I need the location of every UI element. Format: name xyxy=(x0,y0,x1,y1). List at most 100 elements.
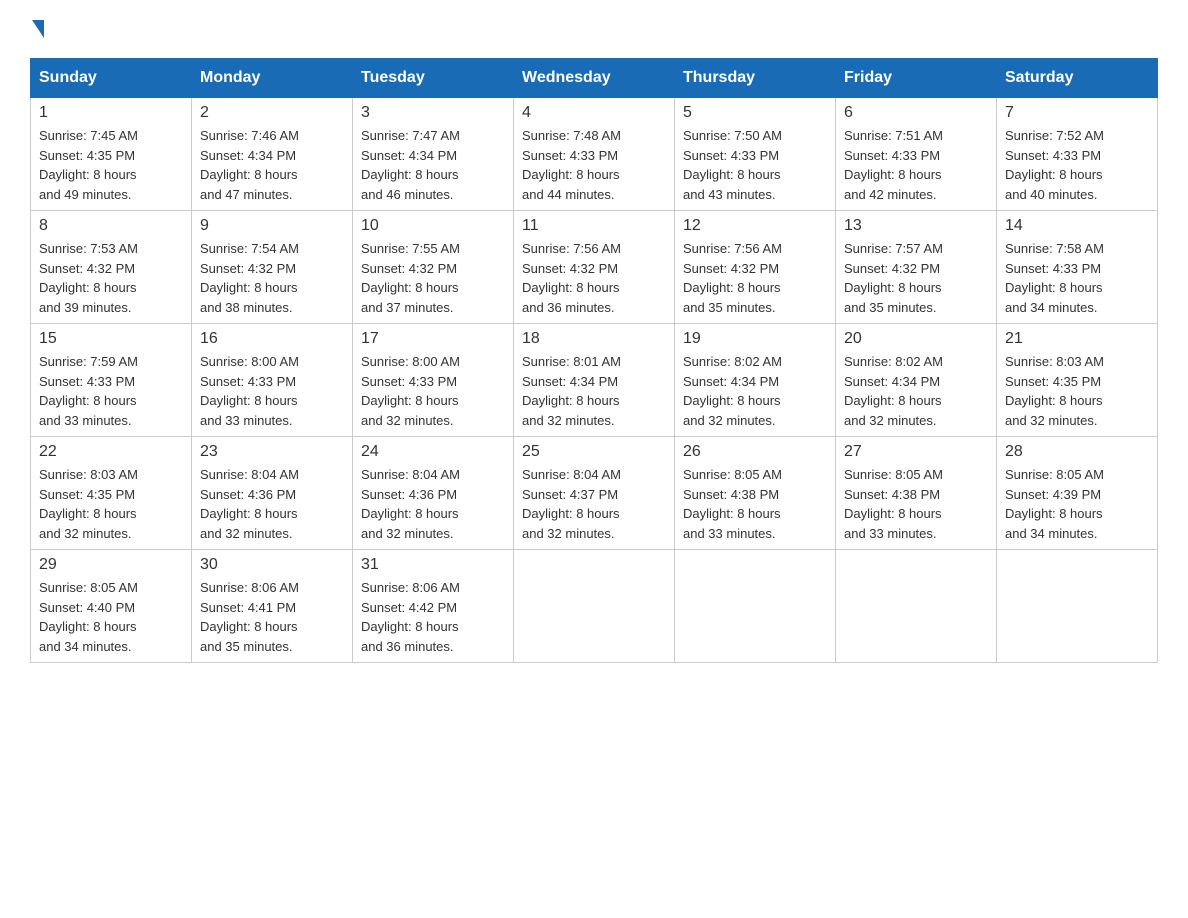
calendar-cell: 29 Sunrise: 8:05 AMSunset: 4:40 PMDayligh… xyxy=(31,550,192,663)
calendar-table: SundayMondayTuesdayWednesdayThursdayFrid… xyxy=(30,58,1158,663)
day-number: 14 xyxy=(1005,217,1149,235)
calendar-cell: 12 Sunrise: 7:56 AMSunset: 4:32 PMDayligh… xyxy=(675,211,836,324)
calendar-week-row: 8Sunrise: 7:53 AMSunset: 4:32 PMDaylight… xyxy=(31,211,1158,324)
day-info: Sunrise: 8:04 AMSunset: 4:36 PMDaylight:… xyxy=(200,465,344,543)
day-info: Sunrise: 8:04 AMSunset: 4:37 PMDaylight:… xyxy=(522,465,666,543)
calendar-cell: 4 Sunrise: 7:48 AMSunset: 4:33 PMDaylight… xyxy=(514,98,675,211)
calendar-cell: 7Sunrise: 7:52 AMSunset: 4:33 PMDaylight… xyxy=(997,98,1158,211)
calendar-cell: 1 Sunrise: 7:45 AMSunset: 4:35 PMDaylight… xyxy=(31,98,192,211)
calendar-cell: 24 Sunrise: 8:04 AMSunset: 4:36 PMDayligh… xyxy=(353,437,514,550)
calendar-cell: 20 Sunrise: 8:02 AMSunset: 4:34 PMDayligh… xyxy=(836,324,997,437)
day-info: Sunrise: 8:05 AMSunset: 4:38 PMDaylight:… xyxy=(683,465,827,543)
day-info: Sunrise: 8:06 AMSunset: 4:41 PMDaylight:… xyxy=(200,578,344,656)
day-number: 23 xyxy=(200,443,344,461)
day-number: 10 xyxy=(361,217,505,235)
calendar-cell: 13 Sunrise: 7:57 AMSunset: 4:32 PMDayligh… xyxy=(836,211,997,324)
day-number: 4 xyxy=(522,104,666,122)
calendar-header-friday: Friday xyxy=(836,59,997,98)
day-number: 24 xyxy=(361,443,505,461)
day-info: Sunrise: 7:59 AMSunset: 4:33 PMDaylight:… xyxy=(39,352,183,430)
calendar-cell: 8Sunrise: 7:53 AMSunset: 4:32 PMDaylight… xyxy=(31,211,192,324)
calendar-header-tuesday: Tuesday xyxy=(353,59,514,98)
day-number: 11 xyxy=(522,217,666,235)
day-info: Sunrise: 8:00 AMSunset: 4:33 PMDaylight:… xyxy=(361,352,505,430)
calendar-cell: 19Sunrise: 8:02 AMSunset: 4:34 PMDayligh… xyxy=(675,324,836,437)
calendar-cell: 6 Sunrise: 7:51 AMSunset: 4:33 PMDaylight… xyxy=(836,98,997,211)
day-number: 3 xyxy=(361,104,505,122)
day-info: Sunrise: 7:56 AMSunset: 4:32 PMDaylight:… xyxy=(522,239,666,317)
day-number: 1 xyxy=(39,104,183,122)
day-info: Sunrise: 7:54 AMSunset: 4:32 PMDaylight:… xyxy=(200,239,344,317)
day-info: Sunrise: 7:55 AMSunset: 4:32 PMDaylight:… xyxy=(361,239,505,317)
day-number: 20 xyxy=(844,330,988,348)
day-info: Sunrise: 7:57 AMSunset: 4:32 PMDaylight:… xyxy=(844,239,988,317)
calendar-cell: 5 Sunrise: 7:50 AMSunset: 4:33 PMDaylight… xyxy=(675,98,836,211)
day-number: 17 xyxy=(361,330,505,348)
day-info: Sunrise: 7:47 AMSunset: 4:34 PMDaylight:… xyxy=(361,126,505,204)
day-info: Sunrise: 8:05 AMSunset: 4:39 PMDaylight:… xyxy=(1005,465,1149,543)
day-info: Sunrise: 8:04 AMSunset: 4:36 PMDaylight:… xyxy=(361,465,505,543)
day-number: 27 xyxy=(844,443,988,461)
calendar-cell: 15Sunrise: 7:59 AMSunset: 4:33 PMDayligh… xyxy=(31,324,192,437)
day-info: Sunrise: 8:05 AMSunset: 4:40 PMDaylight:… xyxy=(39,578,183,656)
day-info: Sunrise: 7:45 AMSunset: 4:35 PMDaylight:… xyxy=(39,126,183,204)
calendar-week-row: 15Sunrise: 7:59 AMSunset: 4:33 PMDayligh… xyxy=(31,324,1158,437)
day-number: 28 xyxy=(1005,443,1149,461)
day-number: 22 xyxy=(39,443,183,461)
calendar-header-row: SundayMondayTuesdayWednesdayThursdayFrid… xyxy=(31,59,1158,98)
calendar-header-saturday: Saturday xyxy=(997,59,1158,98)
calendar-cell: 23 Sunrise: 8:04 AMSunset: 4:36 PMDayligh… xyxy=(192,437,353,550)
day-info: Sunrise: 8:01 AMSunset: 4:34 PMDaylight:… xyxy=(522,352,666,430)
day-number: 29 xyxy=(39,556,183,574)
day-info: Sunrise: 7:46 AMSunset: 4:34 PMDaylight:… xyxy=(200,126,344,204)
calendar-cell: 11 Sunrise: 7:56 AMSunset: 4:32 PMDayligh… xyxy=(514,211,675,324)
day-info: Sunrise: 8:02 AMSunset: 4:34 PMDaylight:… xyxy=(844,352,988,430)
page-header xyxy=(30,20,1158,38)
logo xyxy=(30,20,46,38)
calendar-header-thursday: Thursday xyxy=(675,59,836,98)
day-info: Sunrise: 7:58 AMSunset: 4:33 PMDaylight:… xyxy=(1005,239,1149,317)
day-number: 19 xyxy=(683,330,827,348)
calendar-cell xyxy=(675,550,836,663)
day-number: 6 xyxy=(844,104,988,122)
calendar-cell: 14 Sunrise: 7:58 AMSunset: 4:33 PMDayligh… xyxy=(997,211,1158,324)
calendar-cell: 28 Sunrise: 8:05 AMSunset: 4:39 PMDayligh… xyxy=(997,437,1158,550)
day-info: Sunrise: 7:48 AMSunset: 4:33 PMDaylight:… xyxy=(522,126,666,204)
day-info: Sunrise: 8:03 AMSunset: 4:35 PMDaylight:… xyxy=(39,465,183,543)
day-info: Sunrise: 7:51 AMSunset: 4:33 PMDaylight:… xyxy=(844,126,988,204)
day-info: Sunrise: 7:53 AMSunset: 4:32 PMDaylight:… xyxy=(39,239,183,317)
calendar-cell: 2Sunrise: 7:46 AMSunset: 4:34 PMDaylight… xyxy=(192,98,353,211)
calendar-cell xyxy=(997,550,1158,663)
calendar-cell: 25 Sunrise: 8:04 AMSunset: 4:37 PMDayligh… xyxy=(514,437,675,550)
day-number: 21 xyxy=(1005,330,1149,348)
day-number: 25 xyxy=(522,443,666,461)
day-info: Sunrise: 8:06 AMSunset: 4:42 PMDaylight:… xyxy=(361,578,505,656)
calendar-cell: 31 Sunrise: 8:06 AMSunset: 4:42 PMDayligh… xyxy=(353,550,514,663)
day-info: Sunrise: 7:56 AMSunset: 4:32 PMDaylight:… xyxy=(683,239,827,317)
day-number: 18 xyxy=(522,330,666,348)
day-number: 5 xyxy=(683,104,827,122)
calendar-cell: 22 Sunrise: 8:03 AMSunset: 4:35 PMDayligh… xyxy=(31,437,192,550)
calendar-cell xyxy=(514,550,675,663)
day-number: 31 xyxy=(361,556,505,574)
day-info: Sunrise: 8:03 AMSunset: 4:35 PMDaylight:… xyxy=(1005,352,1149,430)
day-number: 12 xyxy=(683,217,827,235)
day-number: 26 xyxy=(683,443,827,461)
calendar-header-sunday: Sunday xyxy=(31,59,192,98)
calendar-week-row: 22 Sunrise: 8:03 AMSunset: 4:35 PMDayligh… xyxy=(31,437,1158,550)
calendar-week-row: 1 Sunrise: 7:45 AMSunset: 4:35 PMDaylight… xyxy=(31,98,1158,211)
day-info: Sunrise: 8:00 AMSunset: 4:33 PMDaylight:… xyxy=(200,352,344,430)
day-number: 7 xyxy=(1005,104,1149,122)
day-number: 13 xyxy=(844,217,988,235)
calendar-cell: 21 Sunrise: 8:03 AMSunset: 4:35 PMDayligh… xyxy=(997,324,1158,437)
logo-triangle-icon xyxy=(32,20,44,38)
calendar-cell xyxy=(836,550,997,663)
calendar-header-wednesday: Wednesday xyxy=(514,59,675,98)
calendar-cell: 27 Sunrise: 8:05 AMSunset: 4:38 PMDayligh… xyxy=(836,437,997,550)
calendar-cell: 9Sunrise: 7:54 AMSunset: 4:32 PMDaylight… xyxy=(192,211,353,324)
day-info: Sunrise: 8:05 AMSunset: 4:38 PMDaylight:… xyxy=(844,465,988,543)
day-info: Sunrise: 7:50 AMSunset: 4:33 PMDaylight:… xyxy=(683,126,827,204)
calendar-cell: 18 Sunrise: 8:01 AMSunset: 4:34 PMDayligh… xyxy=(514,324,675,437)
calendar-header-monday: Monday xyxy=(192,59,353,98)
calendar-cell: 30Sunrise: 8:06 AMSunset: 4:41 PMDayligh… xyxy=(192,550,353,663)
